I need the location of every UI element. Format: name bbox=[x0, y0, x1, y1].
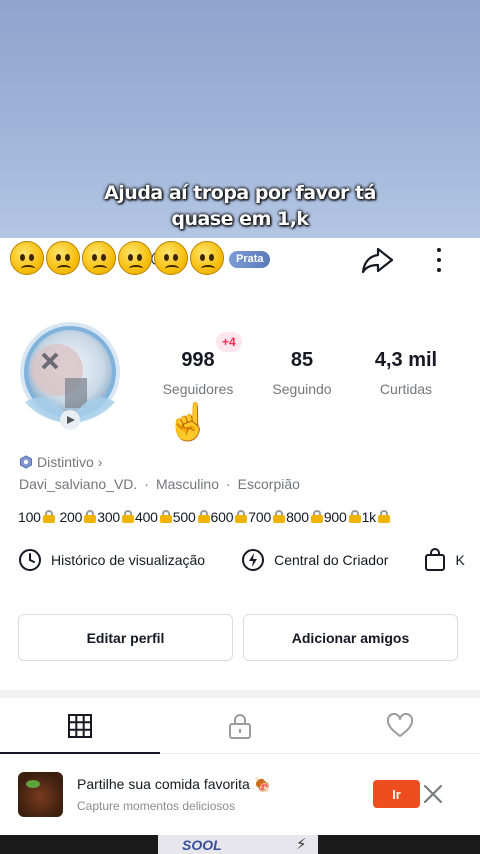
shop-link[interactable]: K bbox=[424, 548, 465, 572]
lock-emoji-icon bbox=[159, 510, 172, 523]
sponsored-banner[interactable]: Partilhe sua comida favorita 🍖 Capture m… bbox=[0, 755, 480, 835]
grid-icon bbox=[68, 713, 92, 738]
separator: · bbox=[144, 476, 149, 492]
lock-emoji-icon bbox=[84, 510, 97, 523]
tab-videos[interactable] bbox=[0, 698, 160, 754]
sad-face-emoji-icon bbox=[46, 241, 80, 275]
unlocked-emoji-icon bbox=[377, 510, 390, 523]
badge-link-label: Distintivo bbox=[37, 454, 94, 470]
caption-line-1: Ajuda aí tropa por favor tá bbox=[104, 182, 376, 204]
bio-step: 1k bbox=[361, 509, 377, 525]
caption-line-2: quase em 1,k bbox=[171, 208, 309, 230]
likes-stat[interactable]: 4,3 mil Curtidas bbox=[356, 349, 456, 397]
lightning-icon bbox=[242, 549, 265, 571]
likes-count: 4,3 mil bbox=[374, 349, 438, 371]
followers-count: 998 bbox=[181, 349, 215, 371]
video-caption: Ajuda aí tropa por favor tá quase em 1,k bbox=[0, 180, 480, 232]
profile-bio: 100 200 300 400 500 600 700 800 900 1k bbox=[18, 509, 391, 525]
creator-center-link[interactable]: Central do Criador bbox=[241, 548, 388, 572]
share-button[interactable] bbox=[360, 244, 396, 276]
bio-step: 900 bbox=[323, 509, 347, 525]
shop-label: K bbox=[455, 552, 465, 568]
badge-link[interactable]: Distintivo › bbox=[19, 454, 102, 470]
avatar[interactable] bbox=[15, 320, 125, 432]
watch-history-link[interactable]: Histórico de visualização bbox=[18, 548, 205, 572]
sad-face-emoji-icon bbox=[118, 241, 152, 275]
lock-emoji-icon bbox=[42, 510, 55, 523]
following-label: Seguindo bbox=[272, 381, 332, 397]
meat-emoji-icon: 🍖 bbox=[253, 776, 272, 792]
lightning-bolt-icon: ⚡ bbox=[296, 836, 307, 853]
pointing-up-emoji-icon: ☝️ bbox=[166, 401, 211, 442]
lock-emoji-icon bbox=[310, 510, 323, 523]
sad-face-emoji-icon bbox=[10, 241, 44, 275]
lock-emoji-icon bbox=[348, 510, 361, 523]
tab-liked[interactable] bbox=[320, 698, 480, 753]
shopping-bag-icon bbox=[425, 548, 446, 571]
bio-step: 200 bbox=[59, 509, 83, 525]
more-options-button[interactable] bbox=[424, 244, 454, 276]
bio-step: 100 bbox=[18, 509, 41, 525]
profile-handle: Davi_salviano_VD. bbox=[19, 476, 138, 492]
content-tabs bbox=[0, 698, 480, 754]
clock-icon bbox=[19, 549, 41, 571]
video-grid-preview[interactable]: SOOL ⚡ bbox=[0, 835, 480, 854]
bio-step: 700 bbox=[248, 509, 272, 525]
rank-badge[interactable]: Prata bbox=[229, 251, 270, 268]
ad-cta-button[interactable]: Ir bbox=[373, 780, 420, 808]
profile-gender: Masculino bbox=[155, 476, 219, 492]
dot-icon bbox=[437, 248, 441, 252]
chevron-right-icon: › bbox=[97, 454, 103, 470]
followers-stat[interactable]: 998 Seguidores bbox=[148, 349, 248, 397]
lock-emoji-icon bbox=[273, 510, 286, 523]
separator: · bbox=[226, 476, 231, 492]
share-arrow-icon bbox=[361, 247, 394, 274]
sad-face-emoji-icon bbox=[154, 241, 188, 275]
creator-center-label: Central do Criador bbox=[274, 552, 389, 568]
lock-emoji-icon bbox=[197, 510, 210, 523]
bio-step: 600 bbox=[210, 509, 234, 525]
reaction-emoji-row bbox=[10, 241, 224, 275]
video-thumbnail[interactable]: SOOL ⚡ bbox=[158, 835, 318, 854]
ad-title-text: Partilhe sua comida favorita bbox=[77, 776, 250, 792]
food-thumbnail-image bbox=[18, 772, 63, 817]
thumbnail-text: SOOL bbox=[182, 837, 222, 853]
bio-step: 800 bbox=[286, 509, 309, 525]
lock-emoji-icon bbox=[235, 510, 248, 523]
add-friends-button[interactable]: Adicionar amigos bbox=[243, 614, 458, 661]
followers-label: Seguidores bbox=[162, 381, 234, 397]
heart-icon bbox=[386, 712, 414, 737]
hexagon-badge-icon bbox=[20, 455, 32, 469]
close-icon[interactable] bbox=[422, 783, 444, 805]
dot-icon bbox=[437, 268, 441, 272]
lock-emoji-icon bbox=[122, 510, 134, 523]
dot-icon bbox=[437, 258, 441, 262]
ad-title: Partilhe sua comida favorita 🍖 bbox=[77, 776, 271, 793]
tab-private[interactable] bbox=[160, 698, 320, 753]
likes-label: Curtidas bbox=[379, 381, 433, 397]
ad-subtitle: Capture momentos deliciosos bbox=[77, 799, 236, 813]
following-count: 85 bbox=[290, 349, 314, 371]
profile-info-line: Davi_salviano_VD. · Masculino · Escorpiã… bbox=[19, 476, 300, 492]
sad-face-emoji-icon bbox=[82, 241, 116, 275]
profile-zodiac: Escorpião bbox=[237, 476, 300, 492]
sad-face-emoji-icon bbox=[190, 241, 224, 275]
bio-step: 500 bbox=[172, 509, 196, 525]
following-stat[interactable]: 85 Seguindo bbox=[262, 349, 342, 397]
section-divider bbox=[0, 690, 480, 698]
bio-step: 400 bbox=[135, 509, 158, 525]
watch-history-label: Histórico de visualização bbox=[51, 552, 206, 568]
bio-step: 300 bbox=[97, 509, 120, 525]
quick-links-row: Histórico de visualização Central do Cri… bbox=[18, 548, 480, 572]
lock-icon bbox=[229, 713, 251, 739]
edit-profile-button[interactable]: Editar perfil bbox=[18, 614, 233, 661]
